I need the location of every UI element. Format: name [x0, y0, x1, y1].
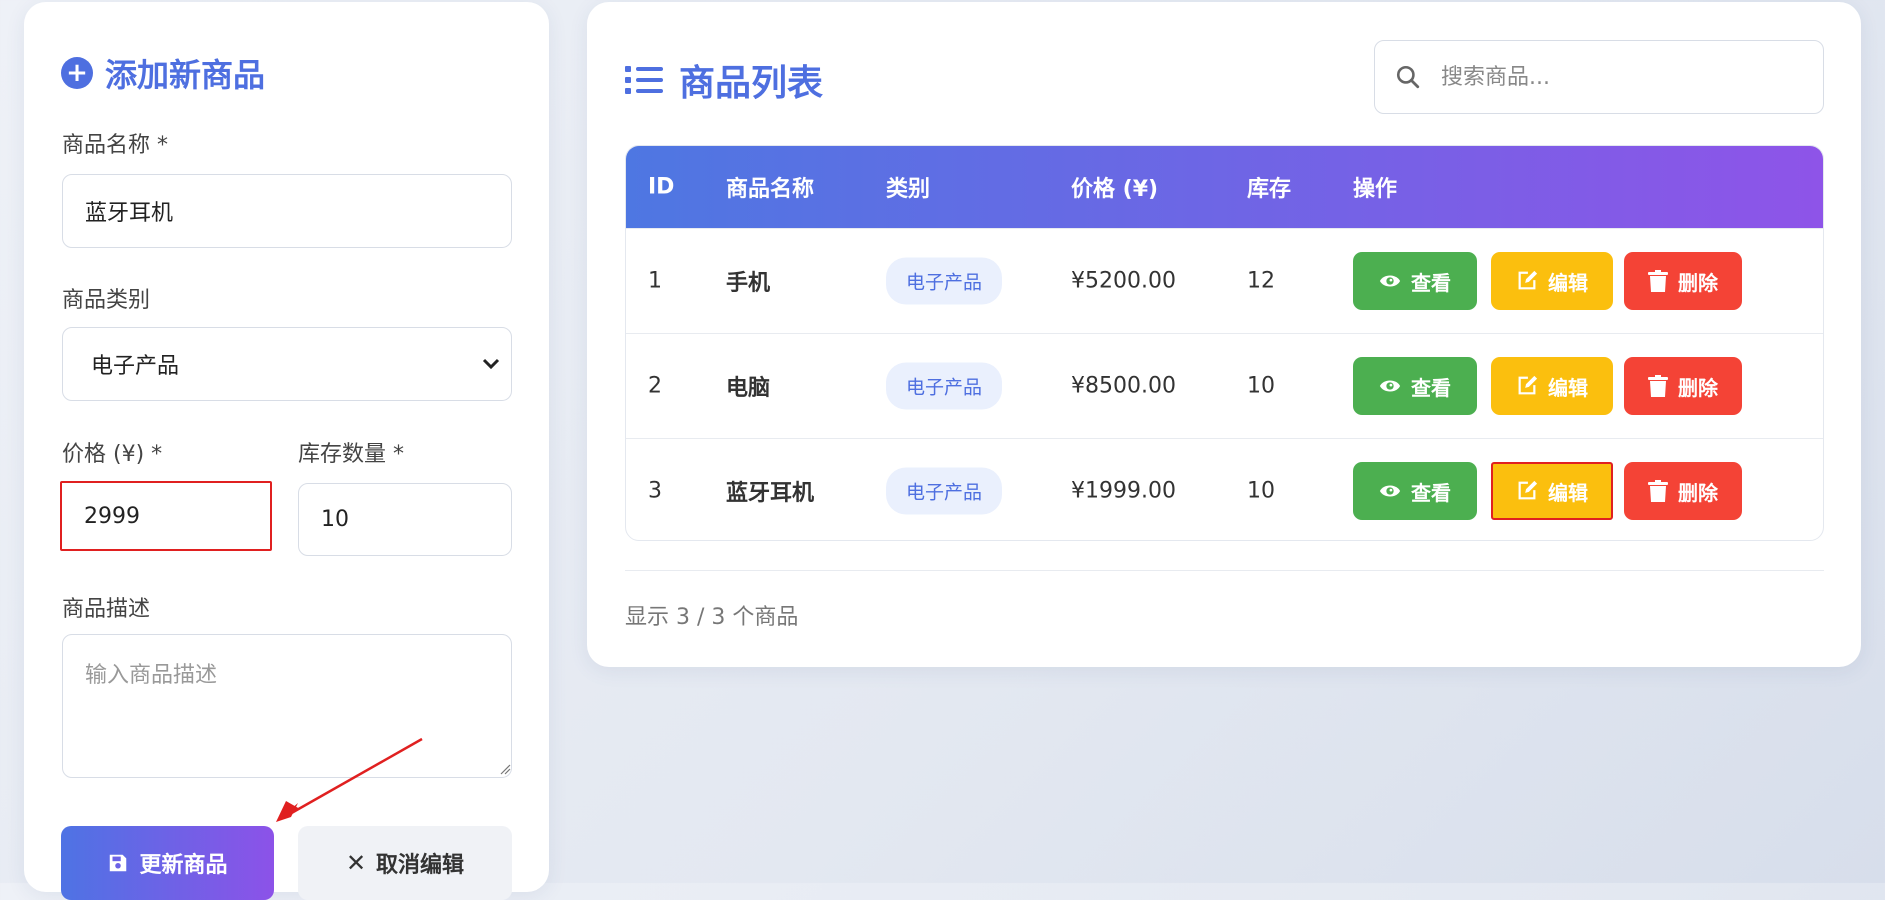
view-button[interactable]: 查看	[1353, 252, 1477, 310]
row-stock: 10	[1247, 373, 1275, 399]
category-select[interactable]: 电子产品	[62, 327, 512, 401]
price-input[interactable]: 2999	[60, 481, 272, 551]
edit-button-label: 编辑	[1548, 375, 1588, 400]
form-title: + 添加新商品	[61, 50, 265, 96]
cancel-button-label: 取消编辑	[376, 853, 465, 878]
header-actions: 操作	[1353, 177, 1398, 202]
resize-handle-icon[interactable]	[499, 763, 511, 775]
category-label: 商品类别	[62, 288, 151, 313]
table-header: ID 商品名称 类别 价格 (¥) 库存 操作	[626, 146, 1823, 228]
delete-button-label: 删除	[1678, 480, 1718, 505]
form-title-text: 添加新商品	[105, 56, 266, 94]
table-row: 1 手机 电子产品 ¥5200.00 12 查看 编辑 删除	[626, 228, 1823, 333]
product-count: 显示 3 / 3 个商品	[625, 605, 799, 630]
header-id: ID	[648, 174, 675, 200]
row-stock: 12	[1247, 268, 1275, 294]
list-title: 商品列表	[625, 54, 823, 106]
product-form-panel: + 添加新商品 商品名称 * 蓝牙耳机 商品类别 电子产品 价格 (¥) * 2…	[24, 2, 549, 900]
edit-button[interactable]: 编辑	[1491, 252, 1613, 310]
delete-button-label: 删除	[1678, 375, 1718, 400]
edit-icon	[1518, 480, 1538, 500]
stock-input[interactable]: 10	[298, 483, 512, 556]
edit-button-label: 编辑	[1548, 480, 1588, 505]
row-id: 1	[648, 268, 662, 294]
edit-button[interactable]: 编辑	[1491, 357, 1613, 415]
header-stock: 库存	[1247, 177, 1292, 202]
table-row: 2 电脑 电子产品 ¥8500.00 10 查看 编辑 删除	[626, 333, 1823, 438]
category-badge: 电子产品	[886, 362, 1003, 410]
view-button[interactable]: 查看	[1353, 357, 1477, 415]
row-category: 电子产品	[886, 257, 1003, 305]
view-button-label: 查看	[1411, 270, 1451, 295]
edit-icon	[1518, 270, 1538, 290]
view-button-label: 查看	[1411, 480, 1451, 505]
row-stock: 10	[1247, 478, 1275, 504]
category-select-value: 电子产品	[91, 354, 180, 379]
row-price: ¥1999.00	[1071, 478, 1176, 504]
eye-icon	[1379, 275, 1401, 287]
description-label: 商品描述	[62, 597, 151, 622]
stock-label: 库存数量 *	[298, 442, 404, 467]
row-category: 电子产品	[886, 362, 1003, 410]
save-icon	[110, 854, 127, 872]
search-icon	[1396, 65, 1420, 89]
delete-button-label: 删除	[1678, 270, 1718, 295]
name-input[interactable]: 蓝牙耳机	[62, 174, 512, 248]
close-icon: ✕	[345, 849, 367, 877]
edit-button-label: 编辑	[1548, 270, 1588, 295]
list-icon	[625, 66, 663, 94]
plus-circle-icon: +	[61, 57, 93, 89]
trash-icon	[1648, 480, 1668, 502]
price-label: 价格 (¥) *	[62, 442, 163, 467]
cancel-edit-button[interactable]: ✕ 取消编辑	[298, 826, 512, 900]
category-badge: 电子产品	[886, 467, 1003, 515]
list-title-text: 商品列表	[679, 63, 824, 104]
search-input[interactable]	[1439, 63, 1783, 91]
eye-icon	[1379, 485, 1401, 497]
divider	[625, 570, 1824, 571]
edit-button[interactable]: 编辑	[1491, 462, 1613, 520]
row-price: ¥5200.00	[1071, 268, 1176, 294]
trash-icon	[1648, 375, 1668, 397]
table-row: 3 蓝牙耳机 电子产品 ¥1999.00 10 查看 编辑 删除	[626, 438, 1823, 540]
product-table: ID 商品名称 类别 价格 (¥) 库存 操作 1 手机 电子产品 ¥5200.…	[625, 145, 1824, 541]
row-id: 2	[648, 373, 662, 399]
row-name: 电脑	[726, 376, 771, 401]
delete-button[interactable]: 删除	[1624, 462, 1742, 520]
row-category: 电子产品	[886, 467, 1003, 515]
update-button-label: 更新商品	[139, 853, 228, 878]
eye-icon	[1379, 380, 1401, 392]
edit-icon	[1518, 375, 1538, 395]
product-list-panel: 商品列表 ID 商品名称 类别 价格 (¥) 库存 操作 1 手机 电子产品 ¥…	[587, 2, 1861, 667]
chevron-down-icon	[482, 358, 500, 370]
delete-button[interactable]: 删除	[1624, 357, 1742, 415]
search-box[interactable]	[1374, 40, 1824, 114]
delete-button[interactable]: 删除	[1624, 252, 1742, 310]
update-product-button[interactable]: 更新商品	[61, 826, 274, 900]
description-textarea[interactable]: 输入商品描述	[62, 634, 512, 778]
row-name: 手机	[726, 271, 771, 296]
header-category: 类别	[886, 177, 931, 202]
category-badge: 电子产品	[886, 257, 1003, 305]
row-name: 蓝牙耳机	[726, 481, 815, 506]
header-price: 价格 (¥)	[1071, 177, 1159, 202]
name-label: 商品名称 *	[62, 133, 168, 158]
row-price: ¥8500.00	[1071, 373, 1176, 399]
view-button-label: 查看	[1411, 375, 1451, 400]
row-id: 3	[648, 478, 662, 504]
view-button[interactable]: 查看	[1353, 462, 1477, 520]
header-name: 商品名称	[726, 177, 815, 202]
trash-icon	[1648, 270, 1668, 292]
